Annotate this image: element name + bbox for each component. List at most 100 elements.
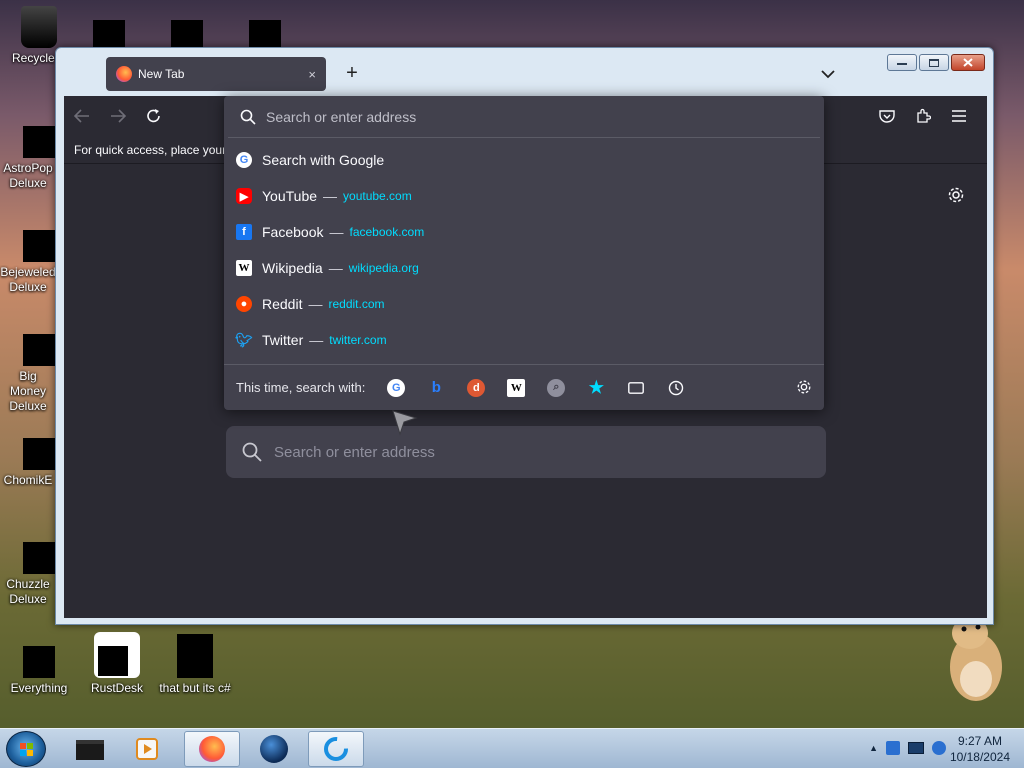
forward-button[interactable]	[100, 100, 136, 132]
desktop-icon-top-3[interactable]	[171, 20, 203, 48]
mouse-cursor-icon	[392, 410, 418, 441]
chomik-icon	[23, 438, 55, 470]
search-icon	[242, 442, 262, 462]
result-title: Wikipedia	[262, 260, 323, 276]
start-button[interactable]	[6, 731, 46, 767]
result-title: Twitter	[262, 332, 304, 348]
tray-app-icon[interactable]	[886, 741, 900, 755]
result-separator: —	[329, 224, 344, 240]
terminal-icon	[76, 740, 104, 760]
new-tab-button[interactable]: +	[340, 62, 364, 86]
desktop-icon-label: AstroPop Deluxe	[3, 161, 53, 190]
desktop-icon-everything[interactable]: Everything	[0, 646, 78, 696]
result-facebook[interactable]: f Facebook — facebook.com	[224, 214, 824, 250]
wikipedia-icon[interactable]: W	[507, 378, 526, 397]
search-icon	[240, 109, 256, 125]
clock-time: 9:27 AM	[957, 734, 1002, 748]
desktop-icon-top-2[interactable]	[93, 20, 125, 48]
result-title: Reddit	[262, 296, 303, 312]
tab-close-icon[interactable]: ×	[308, 67, 316, 82]
arrow-right-icon	[111, 109, 126, 123]
result-search-google[interactable]: G Search with Google	[224, 142, 824, 178]
youtube-icon: ▶	[236, 188, 252, 204]
astropop-icon	[23, 126, 55, 158]
bookmarks-hint-text: For quick access, place your b	[74, 143, 237, 157]
desktop-icon-top-4[interactable]	[249, 20, 281, 48]
result-url: reddit.com	[328, 297, 385, 311]
media-player-icon	[136, 738, 158, 760]
address-bar-input[interactable]: Search or enter address	[228, 96, 820, 138]
taskbar-app-firefox[interactable]	[184, 731, 240, 767]
result-url: twitter.com	[329, 333, 387, 347]
result-separator: —	[323, 188, 338, 204]
new-tab-search-placeholder: Search or enter address	[274, 443, 435, 461]
arrow-left-icon	[74, 109, 89, 123]
desktop-icon-label: Chuzzle Deluxe	[6, 577, 50, 606]
taskbar: ▲ 9:27 AM 10/18/2024	[0, 728, 1024, 768]
big-money-icon	[23, 334, 55, 366]
search-tabs-icon[interactable]: ⌕	[547, 378, 566, 397]
result-wikipedia[interactable]: W Wikipedia — wikipedia.org	[224, 250, 824, 286]
reload-button[interactable]	[136, 100, 172, 132]
taskbar-app-terminal[interactable]	[62, 731, 118, 767]
taskbar-app-media-player[interactable]	[120, 731, 176, 767]
clock-date: 10/18/2024	[949, 750, 1010, 764]
urlbar-dropdown: Search or enter address G Search with Go…	[224, 96, 824, 410]
system-tray: ▲	[869, 741, 946, 755]
pocket-button[interactable]	[869, 100, 905, 132]
file-icon	[177, 634, 213, 678]
windows-logo-icon	[20, 743, 33, 756]
desktop-icon-that-but-its-csharp[interactable]: that but its c#	[156, 634, 234, 696]
result-youtube[interactable]: ▶ YouTube — youtube.com	[224, 178, 824, 214]
desktop-icon-label: Everything	[10, 681, 68, 695]
desktop-icon-label: ChomikE	[3, 473, 53, 487]
network-icon[interactable]	[908, 742, 924, 754]
show-hidden-icons-button[interactable]: ▲	[869, 743, 878, 753]
one-off-search-engines: This time, search with: G b d W ⌕ ★	[224, 364, 824, 410]
bookmarks-star-icon[interactable]: ★	[587, 378, 605, 397]
facebook-icon: f	[236, 224, 252, 240]
google-icon: G	[236, 152, 252, 168]
google-icon[interactable]: G	[387, 378, 406, 397]
desktop-icon-label: RustDesk	[90, 681, 143, 695]
taskbar-app-globe[interactable]	[246, 731, 302, 767]
taskbar-clock[interactable]: 9:27 AM 10/18/2024	[950, 733, 1010, 765]
everything-icon	[23, 646, 55, 678]
tab-new-tab[interactable]: New Tab ×	[106, 57, 326, 91]
volume-icon[interactable]	[932, 741, 946, 755]
history-icon[interactable]	[667, 379, 685, 397]
list-all-tabs-button[interactable]	[821, 66, 835, 84]
result-url: wikipedia.org	[348, 261, 419, 275]
personalize-button[interactable]	[947, 186, 965, 209]
menu-button[interactable]	[941, 100, 977, 132]
extensions-button[interactable]	[905, 100, 941, 132]
result-title: YouTube	[262, 188, 318, 204]
tab-strip: New Tab × +	[64, 54, 985, 94]
globe-icon	[260, 735, 288, 763]
new-tab-search-box[interactable]: Search or enter address	[226, 426, 826, 478]
result-twitter[interactable]: 🐦︎ Twitter — twitter.com	[224, 322, 824, 358]
desktop-icon-label: Big Money Deluxe	[9, 369, 47, 413]
desktop-icon-rustdesk[interactable]: RustDesk	[78, 632, 156, 696]
pocket-icon	[879, 110, 895, 123]
firefox-icon	[199, 736, 225, 762]
duckduckgo-icon[interactable]: d	[467, 378, 486, 397]
tabs-icon[interactable]	[627, 379, 645, 397]
result-separator: —	[309, 332, 324, 348]
gear-icon	[948, 187, 964, 203]
puzzle-icon	[917, 108, 931, 123]
firefox-icon	[116, 66, 132, 82]
rustdesk-icon	[94, 632, 140, 678]
twitter-icon: 🐦︎	[235, 331, 253, 348]
tab-title: New Tab	[138, 67, 185, 81]
result-reddit[interactable]: ● Reddit — reddit.com	[224, 286, 824, 322]
reload-icon	[147, 109, 160, 123]
rustdesk-icon	[324, 737, 348, 761]
gear-icon	[797, 380, 811, 394]
search-settings-button[interactable]	[796, 379, 812, 398]
taskbar-app-rustdesk[interactable]	[308, 731, 364, 767]
urlbar-results: G Search with Google ▶ YouTube — youtube…	[224, 138, 824, 358]
bing-icon[interactable]: b	[427, 379, 445, 397]
hamburger-icon	[952, 110, 966, 122]
back-button[interactable]	[64, 100, 100, 132]
